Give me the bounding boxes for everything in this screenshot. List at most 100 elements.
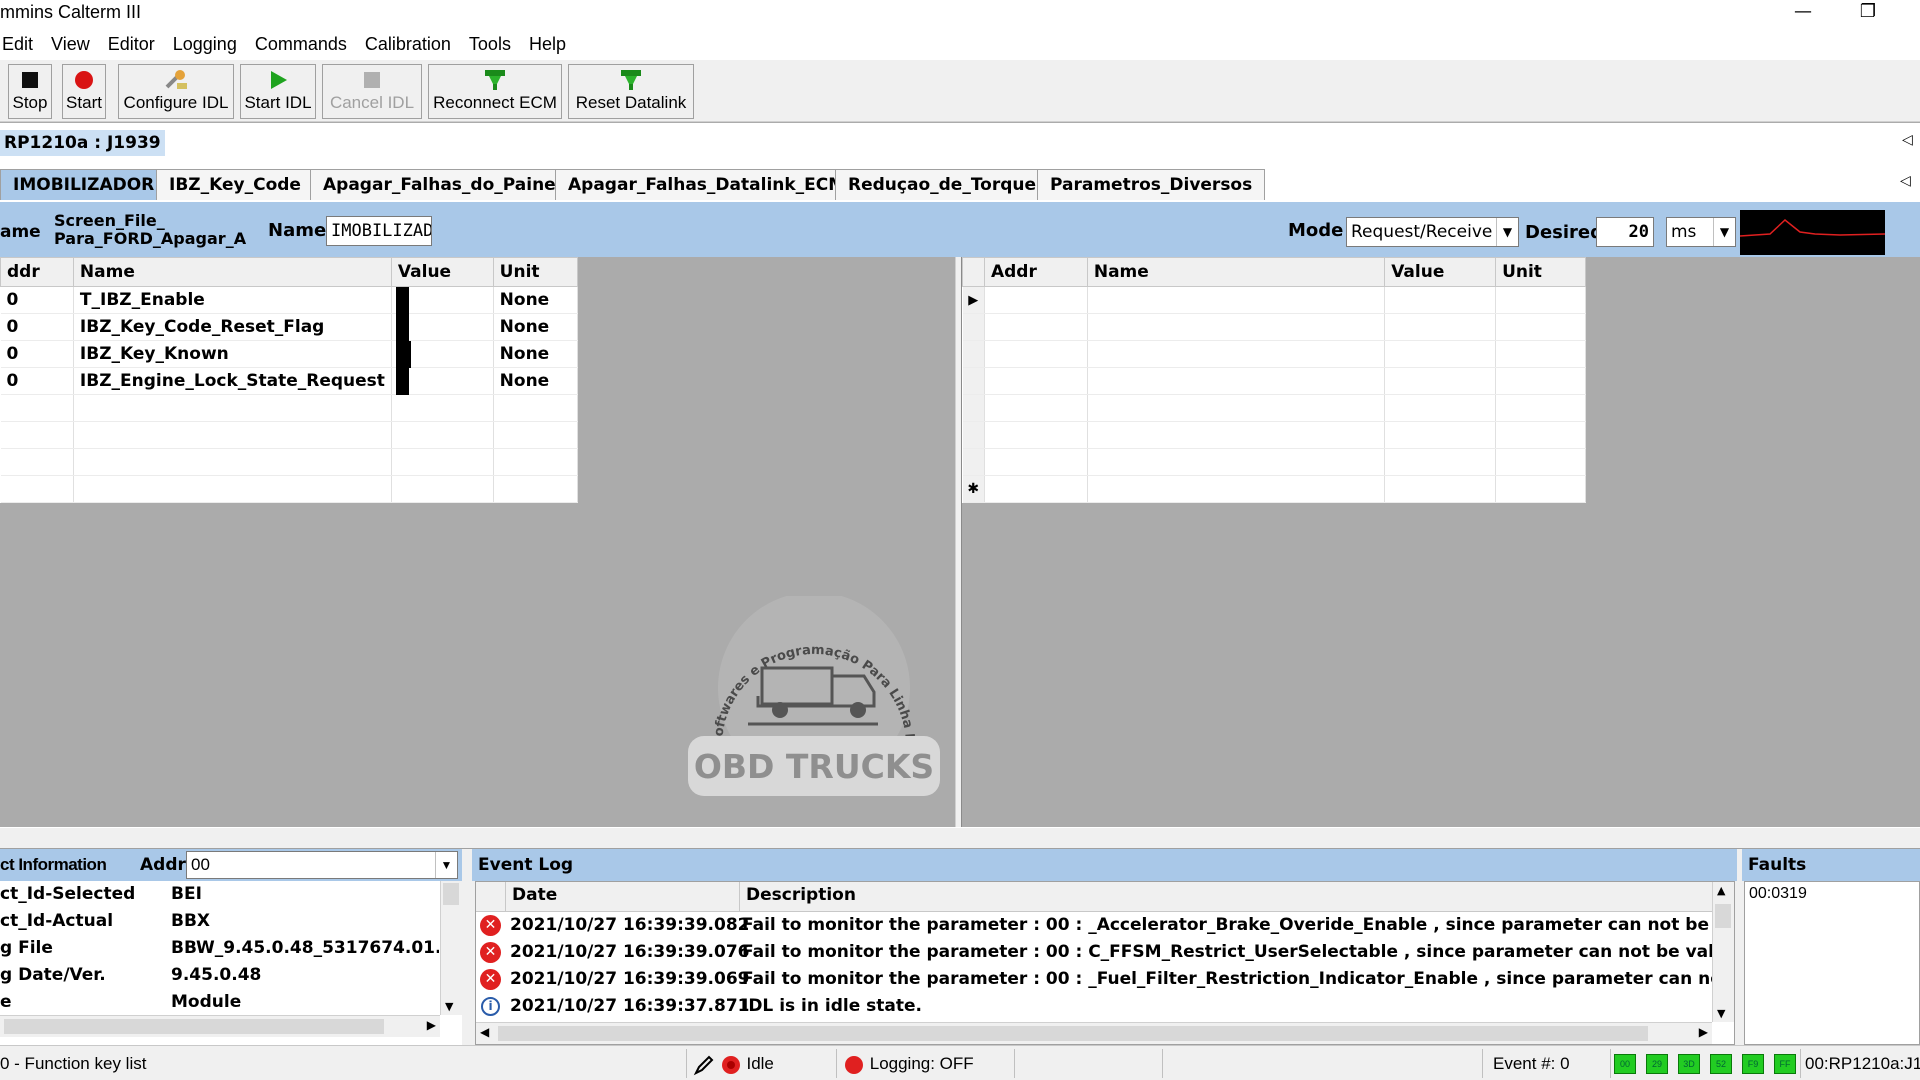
table-row[interactable] <box>0 421 579 449</box>
col-name[interactable]: Name <box>72 257 392 287</box>
table-row[interactable] <box>0 475 579 503</box>
reset-datalink-button[interactable]: Reset Datalink <box>568 64 694 119</box>
ecm-info-vscroll[interactable]: ▼ <box>440 881 462 1015</box>
tab-apagar-falhas-datalink[interactable]: Apagar_Falhas_Datalink_ECM <box>555 169 859 200</box>
screen-name-field[interactable]: IMOBILIZAD <box>326 216 432 246</box>
table-row[interactable] <box>962 421 1586 449</box>
table-row[interactable]: ▶ <box>962 286 1586 314</box>
menu-tools[interactable]: Tools <box>460 30 520 58</box>
rate-unit-select[interactable]: ms ▼ <box>1666 217 1736 247</box>
minimize-button[interactable]: — <box>1780 0 1826 26</box>
info-row: ct_Id-Actual BBX <box>0 911 211 931</box>
log-row[interactable]: ✕ 2021/10/27 16:39:39.082 Fail to monito… <box>476 912 1712 939</box>
tab-apagar-falhas-painel[interactable]: Apagar_Falhas_do_Painel <box>310 169 575 200</box>
event-log-vscroll[interactable]: ▲ ▼ <box>1712 882 1734 1022</box>
right-parameter-pane: Addr Name Value Unit ▶ ✱ <box>962 257 1920 827</box>
col-value[interactable]: Value <box>390 257 494 287</box>
tab-ibz-key-code[interactable]: IBZ_Key_Code <box>156 169 314 200</box>
name-label: Name <box>268 220 327 241</box>
datalink-icon <box>621 70 641 90</box>
scroll-left-icon[interactable]: ◀ <box>480 1025 489 1039</box>
scroll-up-icon[interactable]: ▲ <box>1717 884 1725 897</box>
stop-button[interactable]: Stop <box>8 64 52 119</box>
scroll-right-icon[interactable]: ▶ <box>427 1018 436 1032</box>
event-log-table: Date Description ✕ 2021/10/27 16:39:39.0… <box>475 881 1735 1045</box>
menu-view[interactable]: View <box>42 30 99 58</box>
table-row[interactable] <box>962 367 1586 395</box>
col-name[interactable]: Name <box>1086 257 1386 287</box>
table-row[interactable]: 0 IBZ_Engine_Lock_State_Request None <box>0 367 579 395</box>
port-tab[interactable]: RP1210a : J1939 <box>0 130 165 156</box>
tab-parametros-diversos[interactable]: Parametros_Diversos <box>1037 169 1266 200</box>
plug-icon <box>485 70 505 90</box>
start-idl-button[interactable]: Start IDL <box>240 64 316 119</box>
menu-help[interactable]: Help <box>520 30 575 58</box>
fault-item[interactable]: 00:0319 <box>1745 882 1919 906</box>
table-row[interactable] <box>962 448 1586 476</box>
ecm-info-hscroll[interactable]: ▶ <box>0 1015 440 1037</box>
bottom-splitter[interactable] <box>0 827 1920 849</box>
tabs-scroll-icon[interactable]: ◁ <box>1900 173 1911 189</box>
tab-reducao-torque[interactable]: Reduçao_de_Torque <box>835 169 1050 200</box>
col-description[interactable]: Description <box>739 882 856 912</box>
table-row[interactable]: 0 T_IBZ_Enable None <box>0 286 579 314</box>
col-addr[interactable]: ddr <box>0 257 74 287</box>
menu-commands[interactable]: Commands <box>246 30 356 58</box>
start-button[interactable]: Start <box>62 64 106 119</box>
table-row[interactable]: 0 IBZ_Key_Known None <box>0 340 579 368</box>
restore-button[interactable]: ❐ <box>1845 0 1891 26</box>
col-addr[interactable]: Addr <box>983 257 1088 287</box>
table-row[interactable] <box>0 448 579 476</box>
col-date[interactable]: Date <box>512 885 557 905</box>
reconnect-ecm-button[interactable]: Reconnect ECM <box>428 64 562 119</box>
value-cell[interactable] <box>391 367 494 395</box>
error-icon: ✕ <box>480 942 501 963</box>
left-parameter-table: ddr Name Value Unit 0 T_IBZ_Enable None … <box>0 257 579 503</box>
table-row[interactable] <box>0 394 579 422</box>
port-bar <box>0 123 1920 161</box>
log-row[interactable]: ✕ 2021/10/27 16:39:39.076 Fail to monito… <box>476 939 1712 966</box>
log-row[interactable]: ✕ 2021/10/27 16:39:39.069 Fail to monito… <box>476 966 1712 993</box>
mode-label: Mode <box>1288 220 1344 241</box>
table-row[interactable]: 0 IBZ_Key_Code_Reset_Flag None <box>0 313 579 341</box>
value-cell[interactable] <box>391 313 494 341</box>
title-bar: mmins Calterm III — ❐ <box>0 0 1920 30</box>
scroll-down-icon[interactable]: ▼ <box>1717 1007 1725 1020</box>
col-value[interactable]: Value <box>1384 257 1497 287</box>
rate-trend-graph <box>1740 210 1885 255</box>
new-row-marker: ✱ <box>962 475 985 503</box>
log-row[interactable]: i 2021/10/27 16:39:37.871 IDL is in idle… <box>476 993 1712 1020</box>
scroll-right-icon[interactable]: ▶ <box>1699 1025 1708 1039</box>
table-row[interactable] <box>962 394 1586 422</box>
record-icon <box>75 71 93 89</box>
bottom-panels: ct Information Addr 00 ▼ ct_Id-Selected BE… <box>0 849 1920 1045</box>
configure-idl-button[interactable]: Configure IDL <box>118 64 234 119</box>
wrench-icon <box>165 70 187 89</box>
info-row: e Module <box>0 992 242 1012</box>
scroll-down-icon[interactable]: ▼ <box>445 1000 453 1013</box>
value-cell[interactable] <box>391 340 494 368</box>
tab-imobilizador[interactable]: IMOBILIZADOR <box>0 169 168 200</box>
menu-editor[interactable]: Editor <box>99 30 164 58</box>
cancel-idl-button[interactable]: Cancel IDL <box>322 64 422 119</box>
new-row[interactable]: ✱ <box>962 475 1586 503</box>
menu-edit[interactable]: Edit <box>0 30 42 58</box>
scroll-left-icon[interactable]: ◁ <box>1902 132 1913 148</box>
table-row[interactable] <box>962 313 1586 341</box>
col-unit[interactable]: Unit <box>492 257 579 287</box>
led-indicator: 52 <box>1710 1054 1732 1074</box>
desired-rate-field[interactable]: 20 <box>1596 217 1654 247</box>
event-log-hscroll[interactable]: ◀ ▶ <box>476 1022 1712 1044</box>
menu-logging[interactable]: Logging <box>164 30 246 58</box>
value-cell[interactable] <box>391 286 494 314</box>
mode-select[interactable]: Request/Receive ▼ <box>1346 217 1519 247</box>
led-indicator: 00 <box>1614 1054 1636 1074</box>
redaction-mark <box>395 314 409 341</box>
table-row[interactable] <box>962 340 1586 368</box>
col-unit[interactable]: Unit <box>1495 257 1586 287</box>
menu-calibration[interactable]: Calibration <box>356 30 460 58</box>
desired-label: Desired <box>1525 222 1604 243</box>
pane-splitter[interactable] <box>955 257 962 827</box>
ecm-info-list: ct_Id-Selected BEI ct_Id-Actual BBX g File… <box>0 881 462 1045</box>
addr-select[interactable]: 00 ▼ <box>186 851 458 879</box>
